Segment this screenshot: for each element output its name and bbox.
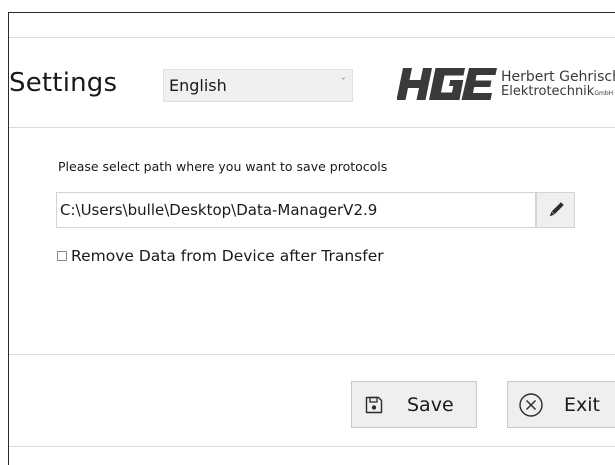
page-title: Settings [9, 68, 118, 98]
pencil-icon [549, 202, 564, 217]
remove-data-checkbox[interactable] [57, 251, 67, 261]
divider-top [9, 37, 615, 38]
logo-company-type: Elektrotechnik [501, 84, 595, 99]
settings-window: Settings English ˇ Herbert Gehrisch Elek… [0, 0, 615, 465]
logo-text: Herbert Gehrisch ElektrotechnikGmbH [501, 70, 615, 98]
floppy-disk-icon [364, 395, 384, 415]
save-button-label: Save [407, 393, 454, 416]
divider-footer [9, 354, 615, 355]
close-circle-icon [518, 392, 544, 418]
edit-path-button[interactable] [536, 192, 575, 228]
hge-logo-mark [397, 68, 497, 100]
path-input[interactable]: C:\Users\bulle\Desktop\Data-ManagerV2.9 [56, 192, 536, 228]
path-label: Please select path where you want to sav… [58, 159, 388, 174]
language-select[interactable]: English ˇ [163, 69, 353, 102]
window-top-border [8, 12, 615, 13]
divider-header [9, 127, 615, 128]
company-logo: Herbert Gehrisch ElektrotechnikGmbH [397, 66, 615, 102]
remove-data-label: Remove Data from Device after Transfer [71, 247, 384, 265]
logo-company-name: Herbert Gehrisch [501, 69, 615, 85]
exit-button-label: Exit [564, 393, 600, 416]
logo-company-suffix: GmbH [594, 90, 614, 97]
exit-button[interactable]: Exit [507, 381, 615, 428]
language-select-value: English [169, 76, 227, 95]
remove-data-option[interactable]: Remove Data from Device after Transfer [55, 247, 384, 265]
chevron-down-icon: ˇ [340, 76, 347, 89]
divider-bottom [9, 446, 615, 447]
save-button[interactable]: Save [351, 381, 477, 428]
logo-company-subline: ElektrotechnikGmbH [501, 85, 615, 98]
